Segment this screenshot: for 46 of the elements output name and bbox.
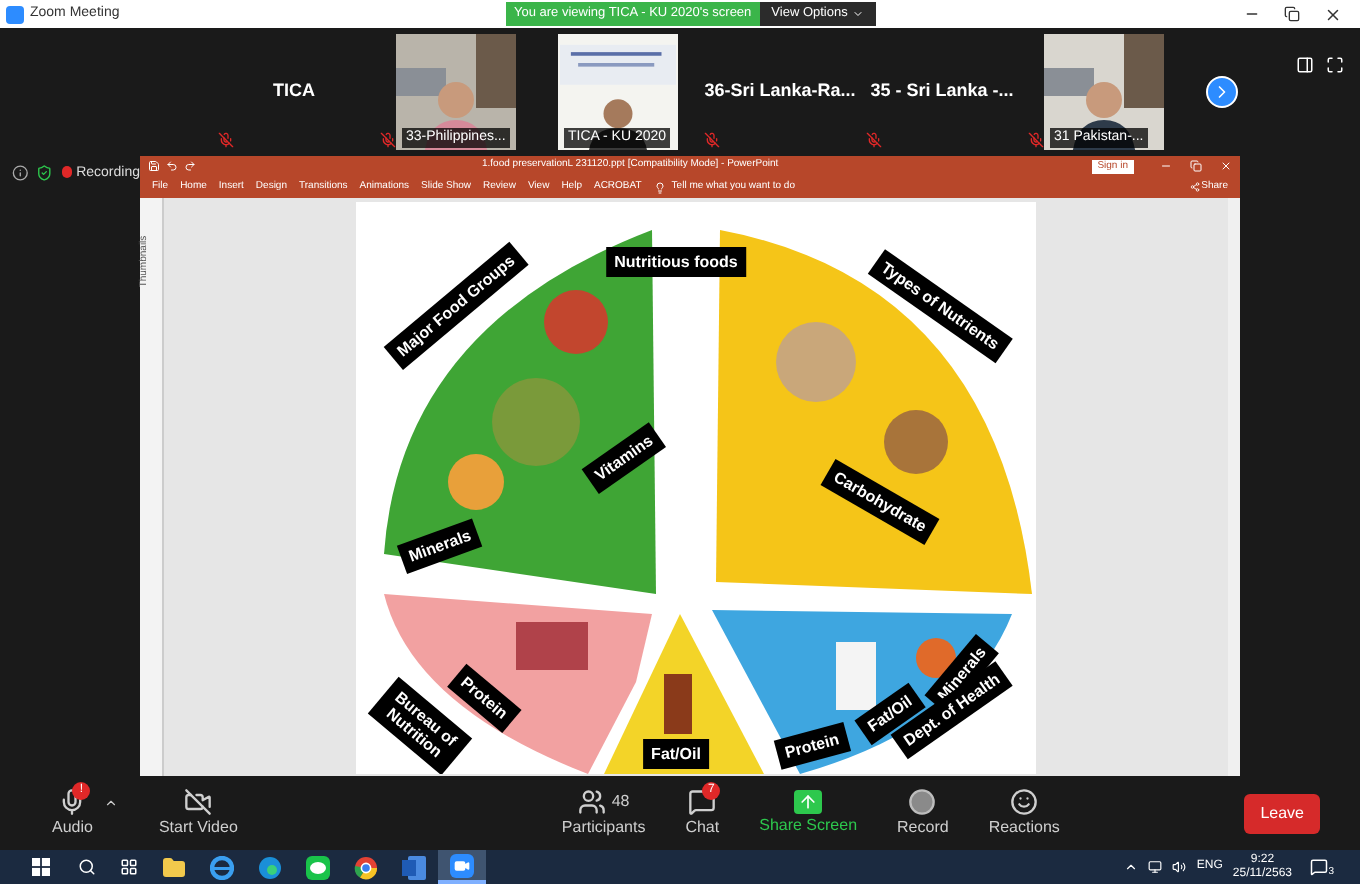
- video-app-icon[interactable]: [450, 853, 474, 877]
- participant-name: 36-Sri Lanka-Ra...: [704, 78, 856, 105]
- reactions-icon: [1010, 787, 1039, 815]
- fullscreen-icon[interactable]: [1326, 56, 1344, 74]
- document-app-icon[interactable]: [402, 855, 426, 879]
- share-button[interactable]: Share Screen: [747, 779, 870, 847]
- layout-icon[interactable]: [1296, 56, 1314, 74]
- record-button[interactable]: Record: [885, 779, 961, 847]
- leave-button[interactable]: Leave: [1244, 793, 1320, 833]
- browser-icon[interactable]: [354, 855, 378, 879]
- participant-name: 35 - Sri Lanka -...: [870, 78, 1014, 105]
- slide-label: Fat/Oil: [643, 739, 709, 769]
- security-icon[interactable]: [36, 164, 54, 182]
- volume-icon[interactable]: [1172, 860, 1187, 874]
- caret-icon[interactable]: [104, 796, 119, 810]
- participants-icon: [577, 787, 606, 815]
- participant-name: TICA: [273, 78, 315, 105]
- restore-icon[interactable]: [1284, 6, 1300, 22]
- close-icon[interactable]: [1324, 5, 1342, 23]
- slide-label: Nutritious foods: [606, 247, 746, 277]
- folder-icon[interactable]: [162, 855, 186, 879]
- windows-start-icon[interactable]: [32, 858, 50, 876]
- video-button[interactable]: Start Video: [146, 779, 250, 847]
- search-icon[interactable]: [78, 858, 96, 876]
- next-page-button[interactable]: [1206, 76, 1238, 108]
- share-screen-icon: [794, 789, 823, 813]
- save-icon[interactable]: [148, 160, 160, 172]
- record-icon: [908, 787, 937, 815]
- video-off-icon: [184, 787, 213, 815]
- undo-icon[interactable]: [166, 160, 178, 172]
- recording-icon: [61, 166, 73, 178]
- app-logo-icon: [6, 5, 24, 23]
- microphone-icon: [58, 787, 87, 815]
- share-icon: [1189, 182, 1200, 192]
- caret-icon: [851, 8, 864, 20]
- participants-button[interactable]: 48 Participants: [549, 779, 658, 847]
- redo-icon[interactable]: [184, 160, 196, 172]
- chat-app-icon[interactable]: [306, 855, 330, 879]
- lightbulb-icon: [653, 181, 666, 193]
- reactions-button[interactable]: Reactions: [976, 779, 1072, 847]
- task-view-icon[interactable]: [120, 858, 138, 876]
- chat-icon: [688, 787, 717, 815]
- browser-icon[interactable]: [258, 855, 282, 879]
- info-icon[interactable]: [12, 164, 29, 182]
- tray-caret-icon[interactable]: [1124, 860, 1139, 874]
- participant-count: 48: [611, 789, 630, 813]
